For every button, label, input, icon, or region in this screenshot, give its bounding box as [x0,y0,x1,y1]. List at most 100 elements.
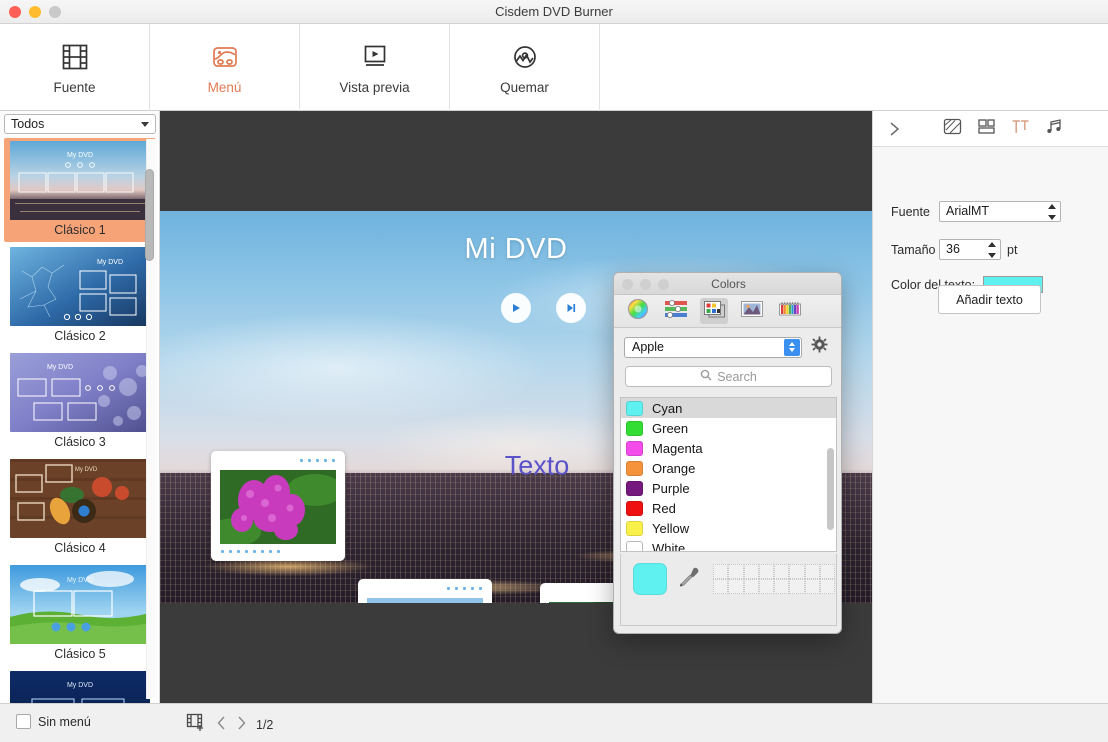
color-slot[interactable] [805,564,820,579]
color-slot[interactable] [774,579,789,594]
tab-image-palette[interactable] [738,298,766,324]
theme-list[interactable]: My DVD Clásico 1 [0,138,160,703]
color-slot[interactable] [759,564,774,579]
no-menu-checkbox[interactable] [16,714,31,729]
toolbar-item-vista-previa[interactable]: Vista previa [300,24,450,111]
color-slots-grid[interactable] [713,564,835,594]
color-slot[interactable] [820,564,835,579]
tab-color-wheel[interactable] [624,298,652,324]
colors-dialog-tabs [614,295,842,328]
theme-item-clasico-2[interactable]: My DVD Clásico 2 [4,244,156,348]
gear-icon[interactable] [811,336,828,358]
film-icon [57,41,93,73]
theme-item-clasico-3[interactable]: My DVD Clásico 3 [4,350,156,454]
color-slot[interactable] [789,579,804,594]
theme-item-clasico-1[interactable]: My DVD Clásico 1 [4,138,156,242]
search-placeholder: Search [717,370,757,384]
panel-collapse-button[interactable] [883,121,905,137]
background-pattern-icon [943,117,962,141]
colors-dialog[interactable]: Colors [613,272,842,634]
current-color-swatch[interactable] [633,563,667,595]
crayons-icon [778,299,802,324]
chevron-right-icon[interactable] [236,715,247,736]
add-text-button[interactable]: Añadir texto [938,285,1041,314]
color-slot[interactable] [728,564,743,579]
color-search-input[interactable]: Search [625,366,832,387]
add-text-label: Añadir texto [956,293,1023,307]
thumbnail-beach-signpost[interactable] [358,579,492,603]
toolbar-label-vista-previa: Vista previa [339,80,409,95]
tab-color-sliders[interactable] [662,298,690,324]
no-menu-checkbox-row[interactable]: Sin menú [16,714,91,729]
color-slot[interactable] [713,579,728,594]
color-swatch [626,421,643,436]
color-slot[interactable] [728,579,743,594]
eyedropper-icon[interactable] [677,566,701,597]
tab-crayons[interactable] [776,298,804,324]
color-list-item-white[interactable]: White [621,538,836,552]
color-slot[interactable] [805,579,820,594]
color-list-item-cyan[interactable]: Cyan [621,398,836,418]
color-slot[interactable] [789,564,804,579]
theme-thumbnail: My DVD [10,247,150,326]
app-window: Cisdem DVD Burner Fuente [0,0,1108,742]
text-properties-body: Fuente ArialMT Tamaño 36 pt Color del te… [873,147,1108,293]
sidebar-scrollbar-thumb[interactable] [145,169,154,261]
color-slot[interactable] [713,564,728,579]
color-list[interactable]: Cyan Green Magenta Orange Purple Red [620,397,837,552]
theme-filter-select[interactable]: Todos [4,114,156,134]
color-slot[interactable] [820,579,835,594]
color-name: Purple [652,481,690,496]
color-slot[interactable] [744,564,759,579]
palette-select[interactable]: Apple [624,337,802,358]
size-input[interactable]: 36 [939,239,1001,260]
toolbar-item-quemar[interactable]: Quemar [450,24,600,111]
properties-tab-bar [873,111,1108,147]
font-select[interactable]: ArialMT [939,201,1061,222]
toolbar-label-fuente: Fuente [53,80,95,95]
tab-text[interactable] [1003,117,1037,141]
color-name: Red [652,501,676,516]
tab-music[interactable] [1037,117,1071,141]
text-object-purple[interactable]: Texto [505,451,570,482]
dvd-title-text[interactable]: Mi DVD [160,233,872,266]
add-chapter-icon[interactable] [186,712,207,738]
thumbnail-flowers[interactable] [211,451,345,561]
theme-item-clasico-5[interactable]: My DVD Clásico 5 [4,562,156,666]
chevron-left-icon[interactable] [216,715,227,736]
color-list-item-magenta[interactable]: Magenta [621,438,836,458]
color-list-scrollbar[interactable] [827,448,834,530]
color-list-item-green[interactable]: Green [621,418,836,438]
toolbar-item-fuente[interactable]: Fuente [0,24,150,111]
tab-layout[interactable] [969,117,1003,141]
color-list-item-yellow[interactable]: Yellow [621,518,836,538]
stepper-icon[interactable] [1046,204,1057,220]
color-list-item-purple[interactable]: Purple [621,478,836,498]
theme-thumbnail: My DVD [10,141,150,220]
theme-name: Clásico 5 [7,644,153,664]
search-icon [700,368,712,386]
stepper-icon[interactable] [986,242,997,258]
palette-stepper-icon[interactable] [784,339,800,356]
color-slot[interactable] [744,579,759,594]
color-list-item-orange[interactable]: Orange [621,458,836,478]
tab-background[interactable] [935,117,969,141]
theme-item-clasico-4[interactable]: My DVD Clásico 4 [4,456,156,560]
sidebar-scrollbar-track[interactable] [146,139,157,699]
play-button[interactable] [501,293,531,323]
color-swatch [626,521,643,536]
layout-grid-icon [977,117,996,141]
color-swatch [626,481,643,496]
svg-text:My DVD: My DVD [67,577,93,584]
svg-text:My DVD: My DVD [67,152,93,159]
color-slot[interactable] [759,579,774,594]
toolbar-item-menu[interactable]: Menú [150,24,300,111]
color-slot[interactable] [774,564,789,579]
theme-name: Clásico 4 [7,538,153,558]
theme-filter-value: Todos [11,117,44,131]
svg-text:My DVD: My DVD [47,364,73,371]
next-button[interactable] [556,293,586,323]
tab-color-palettes[interactable] [700,298,728,324]
theme-item-clasico-6[interactable]: My DVD Clásico 6 [4,668,156,703]
color-list-item-red[interactable]: Red [621,498,836,518]
